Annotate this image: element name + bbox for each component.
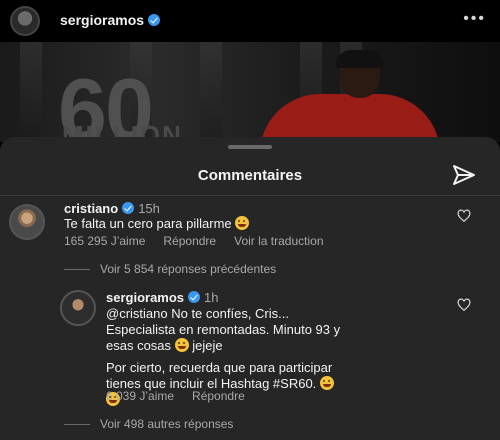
heart-outline-icon[interactable] (457, 209, 471, 223)
comment-line: Por cierto, recuerda que para participar (106, 360, 333, 375)
comment-line: esas cosas (106, 338, 172, 353)
comment-line-with-emoji: esas cosas jejeje (106, 338, 436, 354)
comment-avatar-cristiano[interactable] (9, 204, 45, 240)
person-cap (336, 50, 384, 68)
view-previous-replies-label[interactable]: Voir 5 854 réponses précédentes (100, 262, 276, 276)
comment-text: Te falta un cero para pillarme (64, 216, 250, 232)
translate-button[interactable]: Voir la traduction (234, 234, 323, 248)
comment-line: jejeje (192, 338, 223, 353)
post-username[interactable]: sergioramos (60, 12, 161, 28)
sheet-drag-handle[interactable] (228, 145, 272, 149)
comment-timestamp: 1h (204, 290, 219, 305)
comment-username-text[interactable]: cristiano (64, 201, 118, 216)
comment-username[interactable]: sergioramos 1h (106, 290, 219, 305)
sheet-divider (0, 195, 500, 196)
reply-button[interactable]: Répondre (192, 389, 245, 403)
comment-username-text[interactable]: sergioramos (106, 290, 184, 305)
comment-actions: 165 295 J’aime Répondre Voir la traduction (64, 234, 342, 248)
verified-badge-icon (188, 291, 201, 303)
verified-badge-icon (148, 14, 161, 26)
comment-actions: 6 039 J’aime Répondre (106, 389, 263, 403)
view-more-replies[interactable]: Voir 498 autres réponses (64, 417, 233, 431)
heart-outline-icon[interactable] (457, 298, 471, 312)
view-previous-replies[interactable]: Voir 5 854 réponses précédentes (64, 262, 276, 276)
laughing-face-emoji (235, 216, 250, 230)
replies-line (64, 269, 90, 271)
person-shirt (260, 94, 440, 142)
paper-plane-icon[interactable] (452, 163, 476, 187)
comment-text-body: Te falta un cero para pillarme (64, 216, 232, 231)
post-header: sergioramos ••• (0, 0, 500, 42)
more-options-icon[interactable]: ••• (463, 10, 486, 28)
comment-likes[interactable]: 165 295 J’aime (64, 234, 145, 248)
image-stripe (200, 42, 222, 142)
verified-badge-icon (122, 202, 135, 214)
comment-username[interactable]: cristiano 15h (64, 201, 160, 216)
comment-likes[interactable]: 6 039 J’aime (106, 389, 174, 403)
comment-avatar-sergioramos[interactable] (60, 290, 96, 326)
replies-line (64, 424, 90, 426)
image-person (250, 50, 450, 142)
comment-timestamp: 15h (138, 201, 160, 216)
comments-sheet: Commentaires cristiano 15h Te falta un ce… (0, 137, 500, 440)
image-stripe (20, 42, 42, 142)
post-image[interactable]: 60 MILLION (0, 42, 500, 142)
reply-button[interactable]: Répondre (163, 234, 216, 248)
post-username-text[interactable]: sergioramos (60, 12, 144, 28)
view-more-replies-label[interactable]: Voir 498 autres réponses (100, 417, 233, 431)
comment-line: @cristiano No te confíes, Cris... (106, 306, 289, 321)
sheet-title: Commentaires (197, 167, 303, 184)
comment-line: Especialista en remontadas. Minuto 93 y (106, 322, 341, 337)
post-author-avatar[interactable] (10, 6, 40, 36)
laughing-face-emoji (174, 338, 189, 352)
laughing-face-emoji (319, 376, 334, 390)
